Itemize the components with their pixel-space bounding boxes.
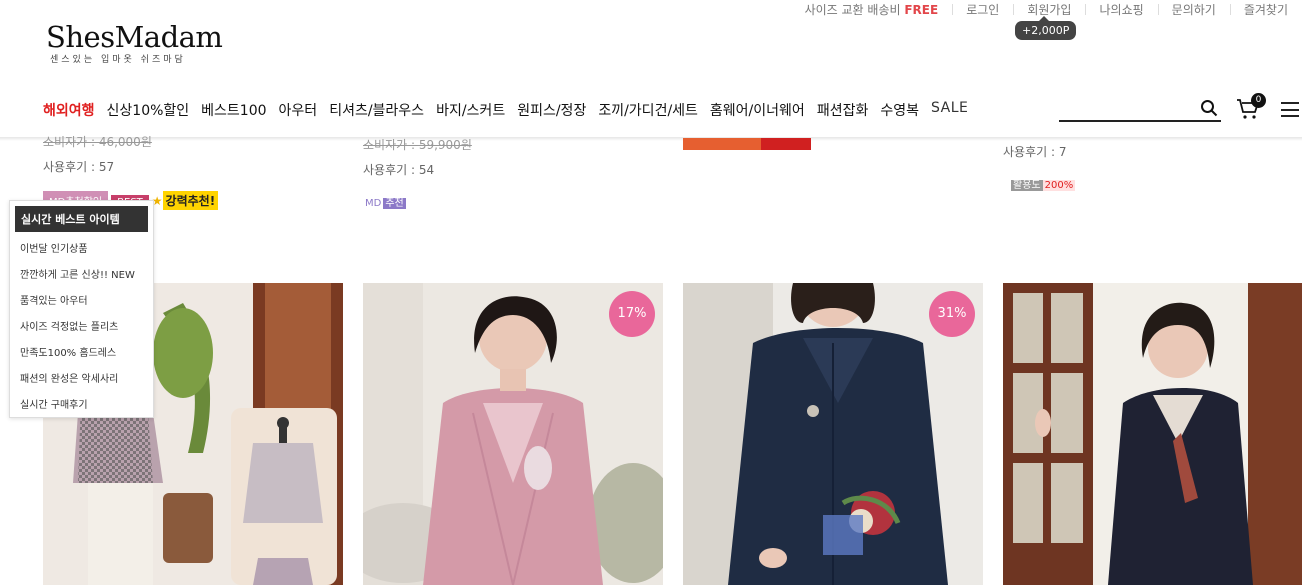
nav-item-tshirts-blouse[interactable]: 티셔츠/블라우스 (329, 100, 424, 120)
strong-recommend-badge: 강력추천! (162, 191, 219, 210)
nav-item-swimwear[interactable]: 수영복 (880, 100, 919, 120)
nav-item-fashion-goods[interactable]: 패션잡화 (817, 100, 869, 120)
float-link-monthly-popular[interactable]: 이번달 인기상품 (10, 237, 153, 263)
shipping-notice[interactable]: 사이즈 교환 배송비 FREE (791, 1, 953, 18)
nav-item-overseas-travel[interactable]: 해외여행 (43, 100, 95, 120)
product-image-2[interactable]: 17% (363, 283, 663, 585)
nav-item-new-discount[interactable]: 신상10%할인 (107, 100, 190, 120)
nav-item-onepiece-suit[interactable]: 원피스/정장 (517, 100, 586, 120)
nav-item-pants-skirt[interactable]: 바지/스커트 (436, 100, 505, 120)
bookmark-link[interactable]: 즐겨찾기 (1229, 1, 1302, 18)
main-nav: 해외여행 신상10%할인 베스트100 아우터 티셔츠/블라우스 바지/스커트 … (43, 100, 980, 120)
realtime-best-title: 실시간 베스트 아이템 (15, 206, 148, 232)
review-count: 사용후기 : 57 (43, 160, 115, 174)
discount-badge: 31% (929, 291, 975, 337)
promo-label-strip (683, 138, 811, 150)
nav-item-sale[interactable]: SALE (931, 100, 968, 120)
consumer-price: 소비자가 : 46,000원 (43, 135, 152, 149)
float-link-homedress[interactable]: 만족도100% 홈드레스 (10, 341, 153, 367)
join-link[interactable]: 회원가입 (1013, 1, 1085, 18)
login-link[interactable]: 로그인 (952, 1, 1013, 18)
float-link-accessories[interactable]: 패션의 완성은 악세사리 (10, 367, 153, 393)
float-link-new-arrivals[interactable]: 깐깐하게 고른 신상!! NEW (10, 263, 153, 289)
search-input[interactable] (1059, 97, 1221, 122)
review-count: 사용후기 : 54 (363, 163, 435, 177)
product-image-4[interactable] (1003, 283, 1302, 585)
nav-item-homewear-innerwear[interactable]: 홈웨어/이너웨어 (710, 100, 805, 120)
join-point-badge: +2,000P (1015, 16, 1077, 40)
float-link-pleats[interactable]: 사이즈 걱정없는 플리츠 (10, 315, 153, 341)
consumer-price: 소비자가 : 59,900원 (363, 138, 472, 152)
realtime-best-menu: 실시간 베스트 아이템 이번달 인기상품 깐깐하게 고른 신상!! NEW 품격… (9, 200, 154, 418)
float-link-outer[interactable]: 품격있는 아우터 (10, 289, 153, 315)
product-info-2: 소비자가 : 59,900원 사용후기 : 54 MD 추천 (363, 136, 472, 209)
product-image-3[interactable]: 31% (683, 283, 983, 585)
cart-count-badge: 0 (1251, 93, 1266, 108)
discount-badge: 17% (609, 291, 655, 337)
inquiry-link[interactable]: 문의하기 (1157, 1, 1230, 18)
float-link-reviews[interactable]: 실시간 구매후기 (10, 393, 153, 419)
site-logo[interactable]: ShesMadam 센스있는 입마옷 쉬즈마담 (46, 20, 223, 65)
nav-item-vest-cardigan-set[interactable]: 조끼/가디건/세트 (598, 100, 698, 120)
product-info-4: 사용후기 : 7 활용도 200% (1003, 143, 1076, 191)
logo-name: ShesMadam (46, 20, 223, 54)
search-icon[interactable] (1200, 99, 1218, 121)
usability-tag: 활용도 200% (1011, 180, 1076, 191)
md-tag: MD 추천 (365, 198, 406, 209)
product-info-1: 소비자가 : 46,000원 사용후기 : 57 MD추천할인BEST★강력추천… (43, 133, 221, 210)
nav-item-outer[interactable]: 아우터 (279, 100, 318, 120)
review-count: 사용후기 : 7 (1003, 145, 1067, 159)
hamburger-menu-icon[interactable] (1281, 102, 1299, 117)
myshop-link[interactable]: 나의쇼핑 (1085, 1, 1157, 18)
nav-item-best100[interactable]: 베스트100 (201, 100, 266, 120)
